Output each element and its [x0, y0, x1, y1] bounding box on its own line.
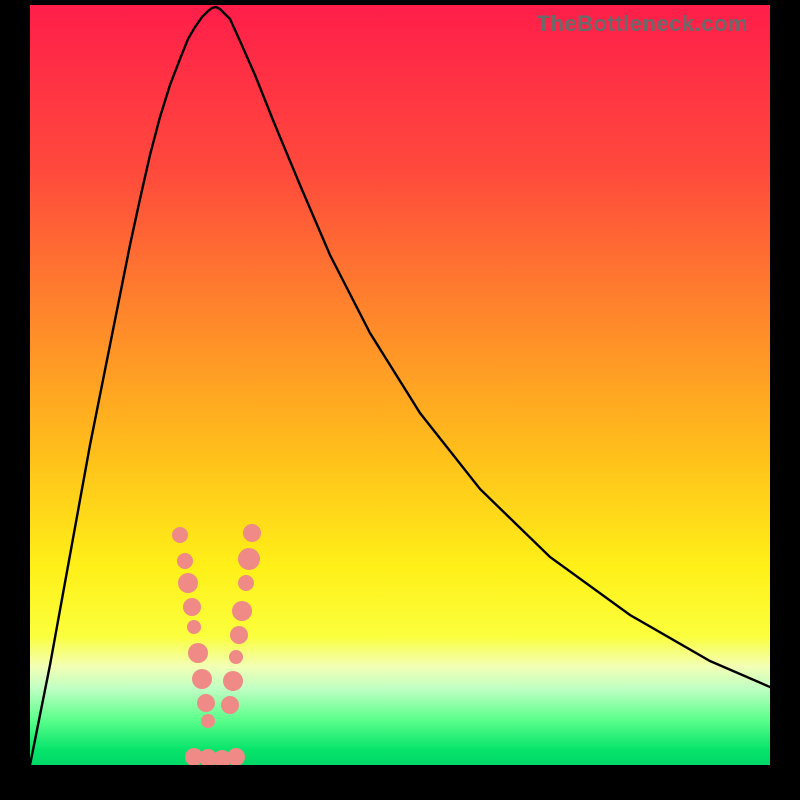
data-marker: [177, 553, 193, 569]
chart-frame: TheBottleneck.com: [0, 0, 800, 800]
plot-area: TheBottleneck.com: [30, 5, 770, 765]
data-marker: [230, 626, 248, 644]
data-marker: [223, 671, 243, 691]
data-marker: [243, 524, 261, 542]
data-marker: [229, 650, 243, 664]
data-marker: [172, 527, 188, 543]
data-marker: [232, 601, 252, 621]
data-marker: [187, 620, 201, 634]
data-marker: [188, 643, 208, 663]
data-marker: [197, 694, 215, 712]
chart-svg: [30, 5, 770, 765]
data-marker: [227, 748, 245, 765]
data-marker: [221, 696, 239, 714]
bottleneck-curve: [30, 7, 770, 765]
data-marker: [178, 573, 198, 593]
data-marker: [201, 714, 215, 728]
data-marker: [238, 575, 254, 591]
data-marker: [238, 548, 260, 570]
data-marker: [192, 669, 212, 689]
data-marker: [183, 598, 201, 616]
